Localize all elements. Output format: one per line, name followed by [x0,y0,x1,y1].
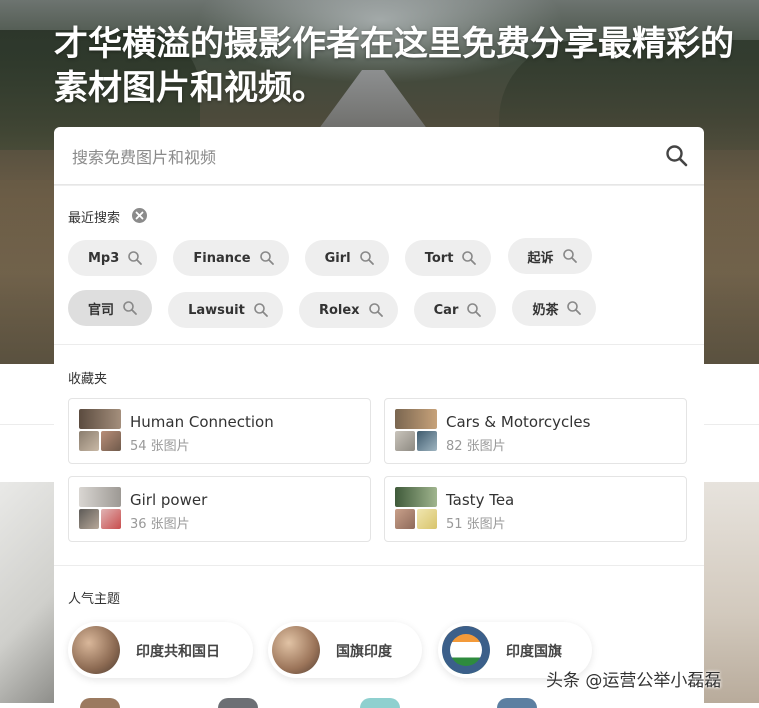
collection-count: 36 张图片 [130,517,190,532]
recent-search-chip[interactable]: 起诉 [507,238,592,274]
thumbnail-image [395,509,415,529]
search-icon [562,249,577,263]
collection-count: 82 张图片 [446,439,506,454]
collection-card[interactable]: Tasty Tea 51 张图片 [384,476,687,542]
hero-headline: 才华横溢的摄影作者在这里免费分享最精彩的素材图片和视频。 [54,24,734,108]
collection-count: 54 张图片 [130,439,190,454]
search-icon [467,303,482,317]
topic-avatar [72,626,120,674]
chip-label: Rolex [318,302,360,318]
chip-label: Car [433,302,459,318]
collection-card[interactable]: Cars & Motorcycles 82 张图片 [384,398,687,464]
thumbnail-image [395,409,437,429]
recent-search-chip[interactable]: 奶茶 [512,290,597,326]
topic-label: 印度共和国日 [136,644,220,660]
topic-avatar-peek [497,698,537,708]
search-dropdown: 最近搜索 Mp3 Finance Girl Tort 起诉 官司 Lawsuit… [54,185,704,706]
collection-thumbnails [79,487,121,529]
search-icon [254,303,268,317]
thumbnail-image [79,431,99,451]
chip-label: Mp3 [88,250,120,266]
thumbnail-image [417,431,437,451]
chip-label: Lawsuit [188,302,245,318]
thumbnail-image [79,509,99,529]
collection-card[interactable]: Girl power 36 张图片 [68,476,371,542]
recent-search-chip[interactable]: 官司 [68,290,153,326]
watermark: 头条 @运营公举小磊磊 [546,671,722,691]
thumbnail-image [395,487,437,507]
topic-pill[interactable]: 印度共和国日 [68,622,253,678]
collection-title: Tasty Tea [446,491,515,509]
collection-thumbnails [395,409,437,451]
search-icon [567,301,582,315]
search-icon [123,301,137,315]
thumbnail-image [79,409,121,429]
search-icon [462,251,477,265]
recent-searches-list: Mp3 Finance Girl Tort 起诉 官司 Lawsuit Role… [68,238,698,342]
search-icon [359,251,374,265]
topic-pill[interactable]: 国旗印度 [268,622,422,678]
search-icon [259,251,274,265]
recent-search-chip[interactable]: Tort [404,240,492,276]
topic-avatar-peek [80,698,120,708]
thumbnail-image [79,487,121,507]
collections-title: 收藏夹 [68,372,108,387]
topic-avatar [272,626,320,674]
recent-search-chip[interactable]: Girl [304,240,389,276]
chip-label: Girl [324,250,351,266]
topic-label: 印度国旗 [506,644,562,660]
recent-searches-title: 最近搜索 [68,211,121,226]
photo-thumbnail-left[interactable] [0,482,54,703]
collection-title: Girl power [130,491,208,509]
collection-thumbnails [395,487,437,529]
topic-label: 国旗印度 [336,644,392,660]
thumbnail-image [101,431,121,451]
search-input[interactable] [70,139,654,175]
thumbnail-image [101,509,121,529]
chip-label: 起诉 [527,250,554,266]
collection-title: Human Connection [130,413,274,431]
search-icon[interactable] [664,143,690,169]
search-icon [128,251,143,265]
chip-label: 官司 [88,302,115,318]
thumbnail-image [417,509,437,529]
clear-recent-icon[interactable] [132,208,147,223]
thumbnail-image [395,431,415,451]
topic-avatar [442,626,490,674]
recent-search-chip[interactable]: Finance [173,240,289,276]
search-icon [368,303,383,317]
recent-search-chip[interactable]: Lawsuit [168,292,283,328]
collection-count: 51 张图片 [446,517,506,532]
section-divider [54,565,704,566]
section-divider [54,344,704,345]
collection-title: Cars & Motorcycles [446,413,591,431]
collection-card[interactable]: Human Connection 54 张图片 [68,398,371,464]
collection-thumbnails [79,409,121,451]
search-bar [54,127,704,184]
topic-avatar-peek [360,698,400,708]
chip-label: Finance [193,250,251,266]
recent-search-chip[interactable]: Mp3 [68,240,158,276]
chip-label: Tort [424,250,454,266]
chip-label: 奶茶 [532,302,559,318]
recent-search-chip[interactable]: Rolex [298,292,398,328]
popular-topics-title: 人气主题 [68,592,121,607]
recent-search-chip[interactable]: Car [413,292,497,328]
topic-avatar-peek [218,698,258,708]
